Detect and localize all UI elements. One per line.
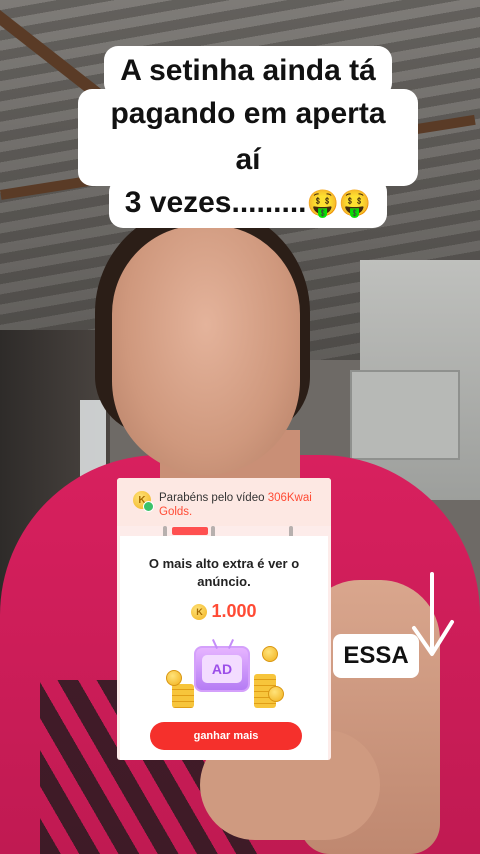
essa-label: ESSA bbox=[333, 634, 419, 678]
antenna bbox=[227, 639, 235, 650]
caption-line-3-text: 3 vezes......... bbox=[124, 185, 307, 219]
reward-amount: 1.000 bbox=[211, 601, 257, 622]
header-text: Parabéns pelo vídeo bbox=[159, 492, 268, 504]
floating-coin-icon bbox=[166, 670, 182, 687]
face bbox=[112, 225, 300, 475]
ad-tv-illustration: AD bbox=[164, 636, 284, 709]
popup-header: K Parabéns pelo vídeo 306Kwai Golds. bbox=[117, 478, 331, 526]
down-arrow-icon bbox=[412, 572, 454, 656]
floating-coin-icon bbox=[262, 646, 278, 663]
coin-stack-icon bbox=[172, 684, 194, 709]
shelf bbox=[350, 370, 460, 460]
kwai-coin-icon: K bbox=[133, 491, 154, 512]
popup-body: O mais alto extra é ver o anúncio. K 1.0… bbox=[120, 536, 328, 760]
caption-line-2: pagando em aperta aí bbox=[78, 88, 418, 186]
kwai-gold-coin-icon: K bbox=[191, 603, 208, 620]
caption-line-3: 3 vezes.........🤑🤑 bbox=[108, 177, 388, 228]
tv-icon: AD bbox=[194, 639, 250, 693]
binder-rings bbox=[117, 526, 331, 538]
money-face-emoji-icon: 🤑🤑 bbox=[306, 188, 372, 219]
floating-coin-icon bbox=[268, 686, 284, 703]
earn-more-button[interactable]: ganhar mais bbox=[150, 722, 302, 750]
caption-bubble: A setinha ainda tá pagando em aperta aí … bbox=[78, 46, 418, 228]
antenna bbox=[211, 639, 219, 650]
reward-popup: K Parabéns pelo vídeo 306Kwai Golds. O m… bbox=[117, 478, 331, 760]
amount-row: K 1.000 bbox=[120, 601, 328, 622]
tab-tag bbox=[172, 527, 208, 535]
popup-title: O mais alto extra é ver o anúncio. bbox=[148, 556, 300, 589]
header-message: Parabéns pelo vídeo 306Kwai Golds. bbox=[159, 491, 323, 526]
ad-label: AD bbox=[202, 655, 242, 684]
